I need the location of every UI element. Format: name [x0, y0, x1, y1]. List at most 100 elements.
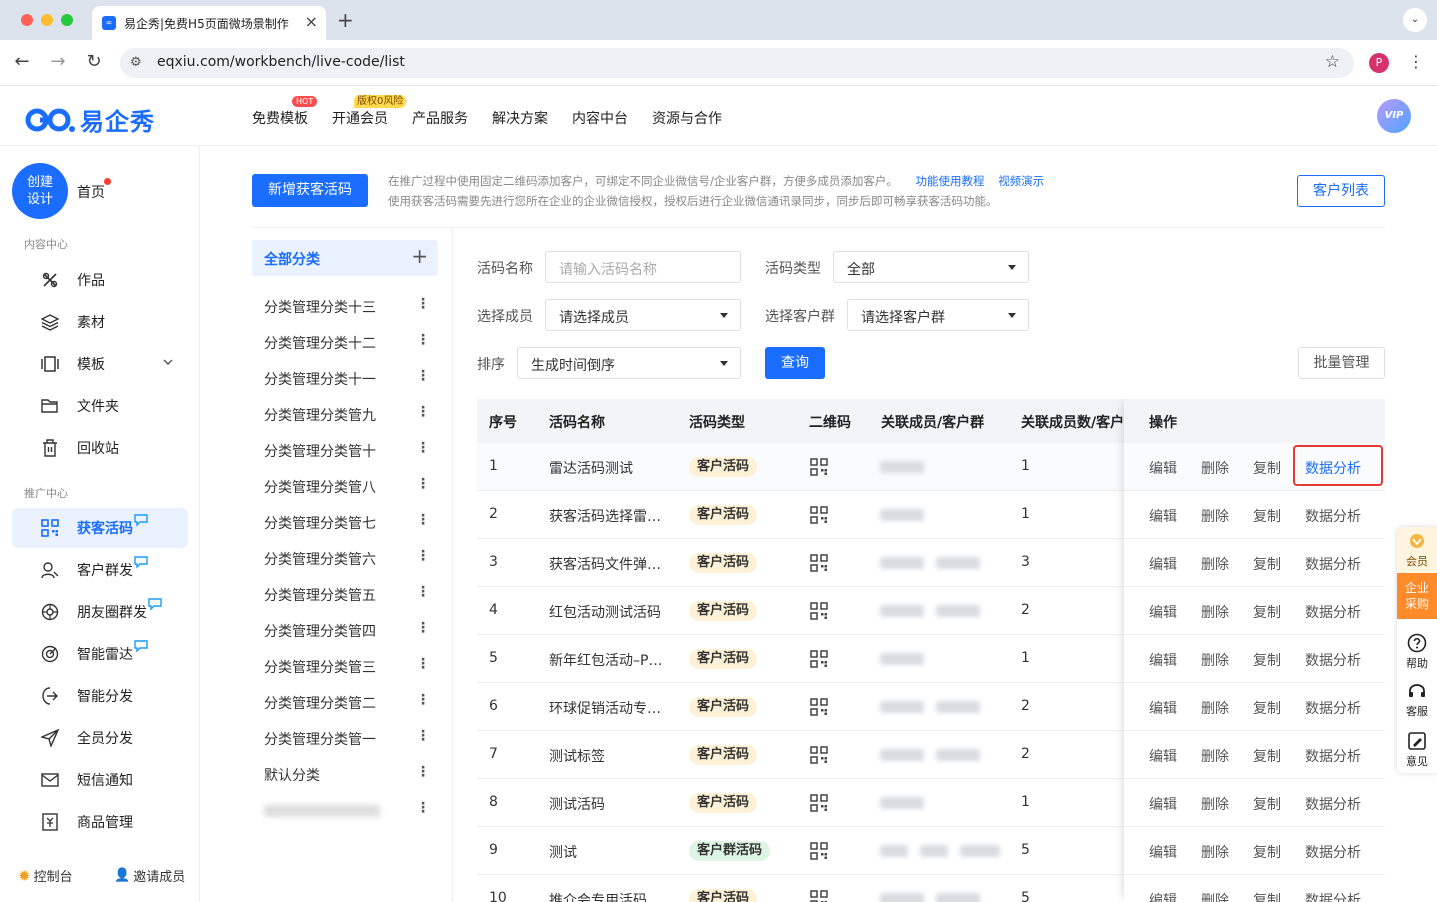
chevron-down-icon[interactable]: [162, 356, 174, 368]
sidebar-item-moments-broadcast[interactable]: 朋友圈群发: [12, 592, 188, 632]
category-item[interactable]: 分类管理分类管八 ⋮: [264, 468, 436, 504]
float-enterprise-purchase[interactable]: 企业采购: [1397, 573, 1437, 619]
qrcode-icon[interactable]: [810, 650, 828, 668]
category-item[interactable]: 分类管理分类十三 ⋮: [264, 288, 436, 324]
sidebar-item-templates[interactable]: 模板: [12, 344, 188, 384]
nav-products[interactable]: 产品服务: [412, 108, 468, 128]
category-item[interactable]: 分类管理分类十一 ⋮: [264, 360, 436, 396]
sidebar-item-materials[interactable]: 素材: [12, 302, 188, 342]
category-item[interactable]: 分类管理分类管九 ⋮: [264, 396, 436, 432]
logo[interactable]: 易企秀: [24, 102, 155, 137]
more-icon[interactable]: ⋮: [416, 368, 430, 384]
sidebar-item-goods[interactable]: 商品管理: [12, 802, 188, 842]
more-icon[interactable]: ⋮: [416, 476, 430, 492]
sidebar-item-smart-distribute[interactable]: 智能分发: [12, 676, 188, 716]
type-tag: 客户活码: [689, 457, 758, 477]
more-icon[interactable]: ⋮: [416, 584, 430, 600]
close-tab-icon[interactable]: ×: [305, 12, 318, 31]
category-item[interactable]: 分类管理分类管一 ⋮: [264, 720, 436, 756]
qrcode-icon[interactable]: [810, 842, 828, 860]
new-live-code-button[interactable]: 新增获客活码: [252, 174, 368, 207]
category-item[interactable]: 分类管理分类管三 ⋮: [264, 648, 436, 684]
tutorial-link[interactable]: 功能使用教程: [916, 174, 985, 188]
add-category-icon[interactable]: +: [411, 244, 428, 268]
more-icon[interactable]: ⋮: [416, 620, 430, 636]
maximize-window-button[interactable]: [61, 14, 73, 26]
category-item[interactable]: 分类管理分类管二 ⋮: [264, 684, 436, 720]
sidebar-item-live-code[interactable]: 获客活码: [12, 508, 188, 548]
member-filter-select[interactable]: 请选择成员: [545, 299, 741, 331]
qrcode-icon[interactable]: [810, 602, 828, 620]
sidebar-item-all-staff-distribute[interactable]: 全员分发: [12, 718, 188, 758]
sort-select[interactable]: 生成时间倒序: [517, 347, 741, 379]
qrcode-icon[interactable]: [810, 746, 828, 764]
query-button[interactable]: 查询: [765, 347, 825, 379]
video-demo-link[interactable]: 视频演示: [998, 174, 1044, 188]
nav-free-templates[interactable]: 免费模板 HOT: [252, 96, 318, 128]
forward-icon[interactable]: →: [46, 51, 70, 72]
nav-membership[interactable]: 开通会员 版权0风险: [332, 95, 407, 128]
category-item[interactable]: 分类管理分类管四 ⋮: [264, 612, 436, 648]
reload-icon[interactable]: ↻: [82, 51, 106, 72]
float-feedback[interactable]: 意见: [1397, 725, 1437, 773]
group-filter-select[interactable]: 请选择客户群: [847, 299, 1029, 331]
more-icon[interactable]: ⋮: [416, 656, 430, 672]
float-help[interactable]: 帮助: [1397, 627, 1437, 677]
category-all[interactable]: 全部分类 +: [252, 240, 438, 276]
category-item[interactable]: 分类管理分类十二 ⋮: [264, 324, 436, 360]
more-icon[interactable]: ⋮: [416, 512, 430, 528]
sidebar-item-folder[interactable]: 文件夹: [12, 386, 188, 426]
more-icon[interactable]: ⋮: [416, 764, 430, 780]
category-item[interactable]: 默认分类 ⋮: [264, 756, 436, 792]
sidebar-item-sms-notice[interactable]: 短信通知: [12, 760, 188, 800]
bookmark-star-icon[interactable]: ☆: [1325, 52, 1340, 72]
sidebar-item-customer-broadcast[interactable]: 客户群发: [12, 550, 188, 590]
sidebar-item-works[interactable]: 作品: [12, 260, 188, 300]
float-vip[interactable]: 会员: [1397, 527, 1437, 573]
sidebar-item-home[interactable]: 首页: [77, 182, 105, 202]
minimize-window-button[interactable]: [41, 14, 53, 26]
url-field[interactable]: ⚙ eqxiu.com/workbench/live-code/list ☆: [120, 48, 1354, 78]
invite-member-link[interactable]: 👤 邀请成员: [114, 866, 185, 885]
qrcode-icon[interactable]: [810, 458, 828, 476]
sidebar-item-smart-radar[interactable]: 智能雷达: [12, 634, 188, 674]
category-item[interactable]: 分类管理分类管五 ⋮: [264, 576, 436, 612]
nav-content-hub[interactable]: 内容中台: [572, 108, 628, 128]
create-design-button[interactable]: 创建设计: [12, 163, 68, 219]
profile-avatar[interactable]: P: [1369, 53, 1389, 73]
qrcode-icon[interactable]: [810, 794, 828, 812]
type-filter-select[interactable]: 全部: [833, 251, 1029, 283]
category-item[interactable]: ⋮: [264, 792, 436, 828]
float-service[interactable]: 客服: [1397, 675, 1437, 725]
qrcode-icon[interactable]: [810, 506, 828, 524]
name-filter-input[interactable]: 请输入活码名称: [545, 251, 741, 283]
site-settings-icon[interactable]: ⚙: [130, 55, 142, 70]
back-icon[interactable]: ←: [10, 51, 34, 72]
customer-list-button[interactable]: 客户列表: [1297, 175, 1385, 207]
batch-manage-button[interactable]: 批量管理: [1298, 347, 1385, 379]
more-icon[interactable]: ⋮: [416, 296, 430, 312]
browser-tab[interactable]: ∞ 易企秀|免费H5页面微场景制作 ×: [92, 6, 326, 40]
more-icon[interactable]: ⋮: [416, 692, 430, 708]
tab-search-icon[interactable]: ⌄: [1403, 8, 1427, 32]
more-icon[interactable]: ⋮: [416, 548, 430, 564]
browser-menu-icon[interactable]: ⋮: [1408, 52, 1424, 71]
more-icon[interactable]: ⋮: [416, 800, 430, 816]
category-item[interactable]: 分类管理分类管十 ⋮: [264, 432, 436, 468]
qrcode-icon[interactable]: [810, 698, 828, 716]
more-icon[interactable]: ⋮: [416, 404, 430, 420]
category-item[interactable]: 分类管理分类管七 ⋮: [264, 504, 436, 540]
category-item[interactable]: 分类管理分类管六 ⋮: [264, 540, 436, 576]
vip-avatar[interactable]: VIP: [1377, 99, 1411, 133]
qrcode-icon[interactable]: [810, 890, 828, 902]
more-icon[interactable]: ⋮: [416, 332, 430, 348]
more-icon[interactable]: ⋮: [416, 440, 430, 456]
nav-solutions[interactable]: 解决方案: [492, 108, 548, 128]
more-icon[interactable]: ⋮: [416, 728, 430, 744]
console-link[interactable]: ✹ 控制台: [18, 866, 73, 886]
new-tab-icon[interactable]: +: [337, 8, 354, 32]
nav-resources[interactable]: 资源与合作: [652, 108, 722, 128]
sidebar-item-trash[interactable]: 回收站: [12, 428, 188, 468]
close-window-button[interactable]: [21, 14, 33, 26]
qrcode-icon[interactable]: [810, 554, 828, 572]
